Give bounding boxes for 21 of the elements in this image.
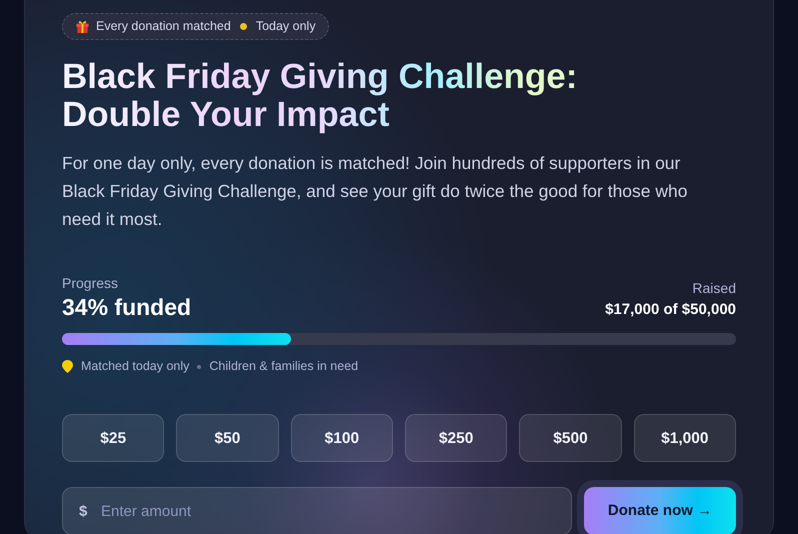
gift-icon [75,18,90,34]
raised-amount: $17,000 of $50,000 [605,300,736,320]
badge-text: Today only [256,18,316,35]
progress-label: Progress [62,274,120,293]
status-dot [240,22,247,30]
meta-text: Matched today only [81,358,190,376]
amount-button[interactable]: $25 [62,414,164,462]
funded-percent: 34% funded [62,294,192,322]
amount-button[interactable]: $250 [404,414,508,462]
raised-label: Raised [691,278,736,298]
separator-dot [197,364,202,369]
pin-icon [62,360,73,374]
amount-button[interactable]: $100 [290,414,393,462]
donate-button[interactable]: Donate now → [584,487,736,534]
meta-text: Children & families in need [209,358,358,376]
amount-button[interactable]: $50 [176,414,279,462]
amount-button[interactable]: $500 [519,414,622,462]
currency-prefix: $ [79,502,88,522]
description-text: For one day only, every donation is matched! Join hundreds of supporters in our Black Friday Giving Challenge, and see your gift do twice the good for those who need it most. [62,152,688,231]
badge-text: Every donation matched [96,18,231,35]
amount-button[interactable]: $1,000 [634,414,736,462]
